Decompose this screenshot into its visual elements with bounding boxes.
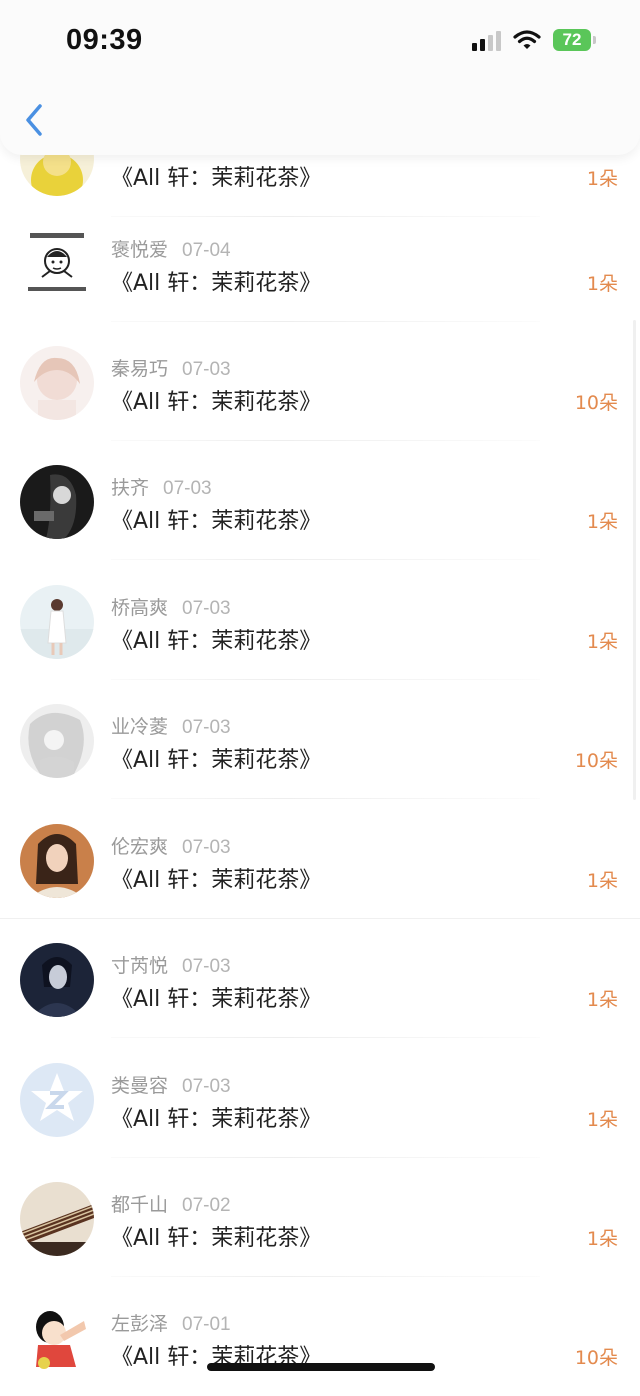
list-item[interactable]: 左彭泽 07-01 《All 轩：茉莉花茶》 10朵 [0,1277,640,1396]
item-amount: 10朵 [574,750,618,772]
item-title: 《All 轩：茉莉花茶》 [111,748,322,773]
cellular-signal-icon [472,29,501,51]
status-icons: 72 [472,29,596,51]
item-date: 07-03 [182,359,231,380]
user-name[interactable]: 寸芮悦 [111,955,168,977]
divider [111,559,540,560]
status-time: 09:39 [66,24,143,56]
item-title: 《All 轩：茉莉花茶》 [111,868,322,893]
item-date: 07-03 [182,956,231,977]
item-amount: 1朵 [586,1109,618,1131]
list-item[interactable]: 寸芮悦 07-03 《All 轩：茉莉花茶》 1朵 [0,919,640,1038]
item-title: 《All 轩：茉莉花茶》 [111,1226,322,1251]
item-meta: 都千山 07-02 [111,1190,231,1217]
item-amount: 1朵 [586,631,618,653]
item-meta: 扶齐 07-03 [111,473,212,500]
item-amount: 10朵 [574,1347,618,1369]
item-amount: 1朵 [586,273,618,295]
item-amount: 1朵 [586,511,618,533]
item-date: 07-03 [163,478,212,499]
avatar[interactable] [20,227,94,301]
user-name[interactable]: 业冷菱 [111,716,168,738]
item-amount: 1朵 [586,168,618,190]
item-meta: 褒悦爱 07-04 [111,235,231,262]
avatar[interactable] [20,704,94,778]
item-amount: 1朵 [586,1228,618,1250]
avatar[interactable] [20,346,94,420]
item-meta: 伦宏爽 07-03 [111,832,231,859]
avatar[interactable] [20,585,94,659]
user-name[interactable]: 左彭泽 [111,1313,168,1335]
wifi-icon [513,30,541,49]
item-date: 07-03 [182,598,231,619]
item-meta: 类曼容 07-03 [111,1071,231,1098]
top-bar: 09:39 72 [0,0,640,155]
scrollbar[interactable] [633,320,636,800]
user-name[interactable]: 伦宏爽 [111,836,168,858]
item-date: 07-03 [182,1076,231,1097]
chevron-left-icon [26,104,42,136]
item-title: 《All 轩：茉莉花茶》 [111,166,322,191]
divider [111,1037,540,1038]
item-title: 《All 轩：茉莉花茶》 [111,629,322,654]
item-amount: 1朵 [586,870,618,892]
item-meta: 秦易巧 07-03 [111,354,231,381]
item-date: 07-01 [182,1314,231,1335]
list-item[interactable]: 都千山 07-02 《All 轩：茉莉花茶》 1朵 [0,1158,640,1277]
list-item[interactable]: 类曼容 07-03 《All 轩：茉莉花茶》 1朵 [0,1039,640,1158]
home-indicator [207,1363,435,1371]
divider [111,798,540,799]
battery-tip [593,36,596,44]
item-meta: 寸芮悦 07-03 [111,951,231,978]
user-name[interactable]: 褒悦爱 [111,239,168,261]
item-title: 《All 轩：茉莉花茶》 [111,390,322,415]
item-meta: 业冷菱 07-03 [111,712,231,739]
item-date: 07-03 [182,717,231,738]
user-name[interactable]: 都千山 [111,1194,168,1216]
item-title: 《All 轩：茉莉花茶》 [111,987,322,1012]
item-date: 07-03 [182,837,231,858]
user-name[interactable]: 桥高爽 [111,597,168,619]
battery-icon: 72 [553,29,596,51]
list-item[interactable]: 褒悦爱 07-04 《All 轩：茉莉花茶》 1朵 [0,203,640,322]
item-amount: 1朵 [586,989,618,1011]
item-date: 07-02 [182,1195,231,1216]
back-button[interactable] [20,100,50,140]
user-name[interactable]: 秦易巧 [111,358,168,380]
avatar[interactable] [20,1182,94,1256]
avatar[interactable] [20,1301,94,1375]
item-meta: 桥高爽 07-03 [111,593,231,620]
avatar[interactable] [20,943,94,1017]
item-amount: 10朵 [574,392,618,414]
avatar[interactable] [20,824,94,898]
list-item[interactable]: 秦易巧 07-03 《All 轩：茉莉花茶》 10朵 [0,322,640,441]
item-date: 07-04 [182,240,231,261]
item-meta: 左彭泽 07-01 [111,1309,231,1336]
list-item[interactable]: 业冷菱 07-03 《All 轩：茉莉花茶》 10朵 [0,680,640,799]
list-item[interactable]: 伦宏爽 07-03 《All 轩：茉莉花茶》 1朵 [0,800,640,919]
item-title: 《All 轩：茉莉花茶》 [111,1107,322,1132]
user-name[interactable]: 类曼容 [111,1075,168,1097]
item-title: 《All 轩：茉莉花茶》 [111,509,322,534]
item-title: 《All 轩：茉莉花茶》 [111,271,322,296]
list-item[interactable]: 扶齐 07-03 《All 轩：茉莉花茶》 1朵 [0,441,640,560]
avatar[interactable] [20,1063,94,1137]
list-item[interactable]: 桥高爽 07-03 《All 轩：茉莉花茶》 1朵 [0,561,640,680]
avatar[interactable] [20,465,94,539]
user-name[interactable]: 扶齐 [111,477,149,499]
battery-level: 72 [553,29,591,51]
